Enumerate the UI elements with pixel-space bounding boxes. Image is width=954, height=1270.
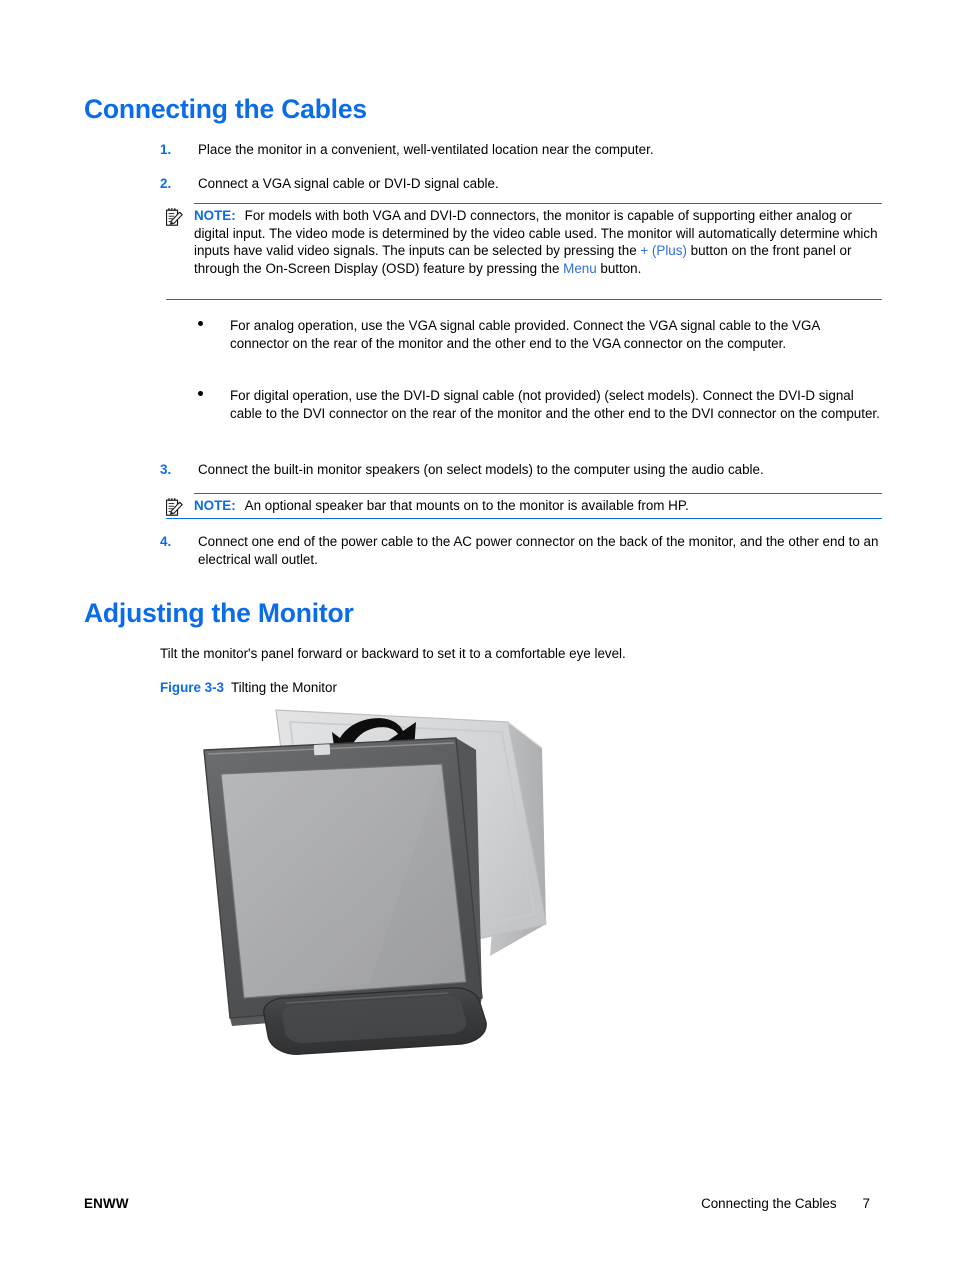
note-text-2: An optional speaker bar that mounts on t… <box>244 498 689 513</box>
adjusting-intro-paragraph: Tilt the monitor's panel forward or back… <box>160 646 626 661</box>
note-pencil-icon <box>165 498 183 516</box>
page-footer: ENWW Connecting the Cables 7 <box>84 1195 870 1213</box>
ordered-list-item-4: 4. Connect one end of the power cable to… <box>160 533 882 568</box>
monitor-front <box>203 737 483 1026</box>
bullet-marker-2 <box>196 387 230 405</box>
page-title-connecting-the-cables: Connecting the Cables <box>84 94 367 124</box>
footer-page-number: 7 <box>862 1196 870 1211</box>
ordered-list-item-3: 3. Connect the built-in monitor speakers… <box>160 461 882 479</box>
note-label-2: NOTE: <box>194 498 236 513</box>
note-rule-bottom <box>166 299 882 301</box>
footer-chapter-title: Connecting the Cables <box>701 1196 837 1211</box>
hp-logo <box>313 744 331 756</box>
bullet-text-digital: For digital operation, use the DVI-D sig… <box>230 388 880 421</box>
note-box-speaker-bar: NOTE: An optional speaker bar that mounts… <box>165 493 882 520</box>
document-page: Connecting the Cables 1. Place the monit… <box>0 0 954 1270</box>
figure-number: Figure 3-3 <box>160 680 224 695</box>
list-text-3: Connect the built-in monitor speakers (o… <box>198 462 764 477</box>
footer-right-group: Connecting the Cables 7 <box>701 1195 870 1213</box>
note-content-1: NOTE: For models with both VGA and DVI-D … <box>194 207 882 277</box>
section-title-adjusting-the-monitor: Adjusting the Monitor <box>84 598 354 628</box>
list-text-2: Connect a VGA signal cable or DVI-D sign… <box>198 176 499 191</box>
list-marker-1: 1. <box>160 142 172 157</box>
note-content-2: NOTE: An optional speaker bar that mounts… <box>194 497 882 515</box>
note-rule-top <box>194 203 882 205</box>
ordered-list-item-2: 2. Connect a VGA signal cable or DVI-D s… <box>160 175 882 193</box>
bullet-text-analog: For analog operation, use the VGA signal… <box>230 318 820 351</box>
footer-locale-code: ENWW <box>84 1196 129 1211</box>
note-box-video-inputs: NOTE: For models with both VGA and DVI-D … <box>165 203 882 301</box>
note-text-part-3: button. <box>596 260 642 276</box>
note-2-rule-top <box>194 493 882 495</box>
list-marker-4: 4. <box>160 534 172 549</box>
list-marker-3: 3. <box>160 462 172 477</box>
figure-tilting-monitor-image <box>190 698 570 1058</box>
figure-caption: Figure 3-3 Tilting the Monitor <box>160 679 337 697</box>
monitor-base <box>263 987 487 1055</box>
list-text-1: Place the monitor in a convenient, well-… <box>198 142 654 157</box>
ordered-list-item-1: 1. Place the monitor in a convenient, we… <box>160 141 882 159</box>
list-text-4: Connect one end of the power cable to th… <box>198 534 879 567</box>
figure-title: Tilting the Monitor <box>231 680 337 695</box>
note-label-1: NOTE: <box>194 208 236 223</box>
list-marker-2: 2. <box>160 176 172 191</box>
note-2-rule-bottom <box>166 518 882 520</box>
bulleted-list-item-digital: For digital operation, use the DVI-D sig… <box>196 387 882 422</box>
bulleted-list-item-analog: For analog operation, use the VGA signal… <box>196 317 882 352</box>
note-link-menu-button[interactable]: Menu <box>563 261 597 276</box>
note-link-plus-button[interactable]: + (Plus) <box>640 243 687 258</box>
bullet-marker-1 <box>196 317 230 335</box>
note-pencil-icon <box>165 208 183 226</box>
